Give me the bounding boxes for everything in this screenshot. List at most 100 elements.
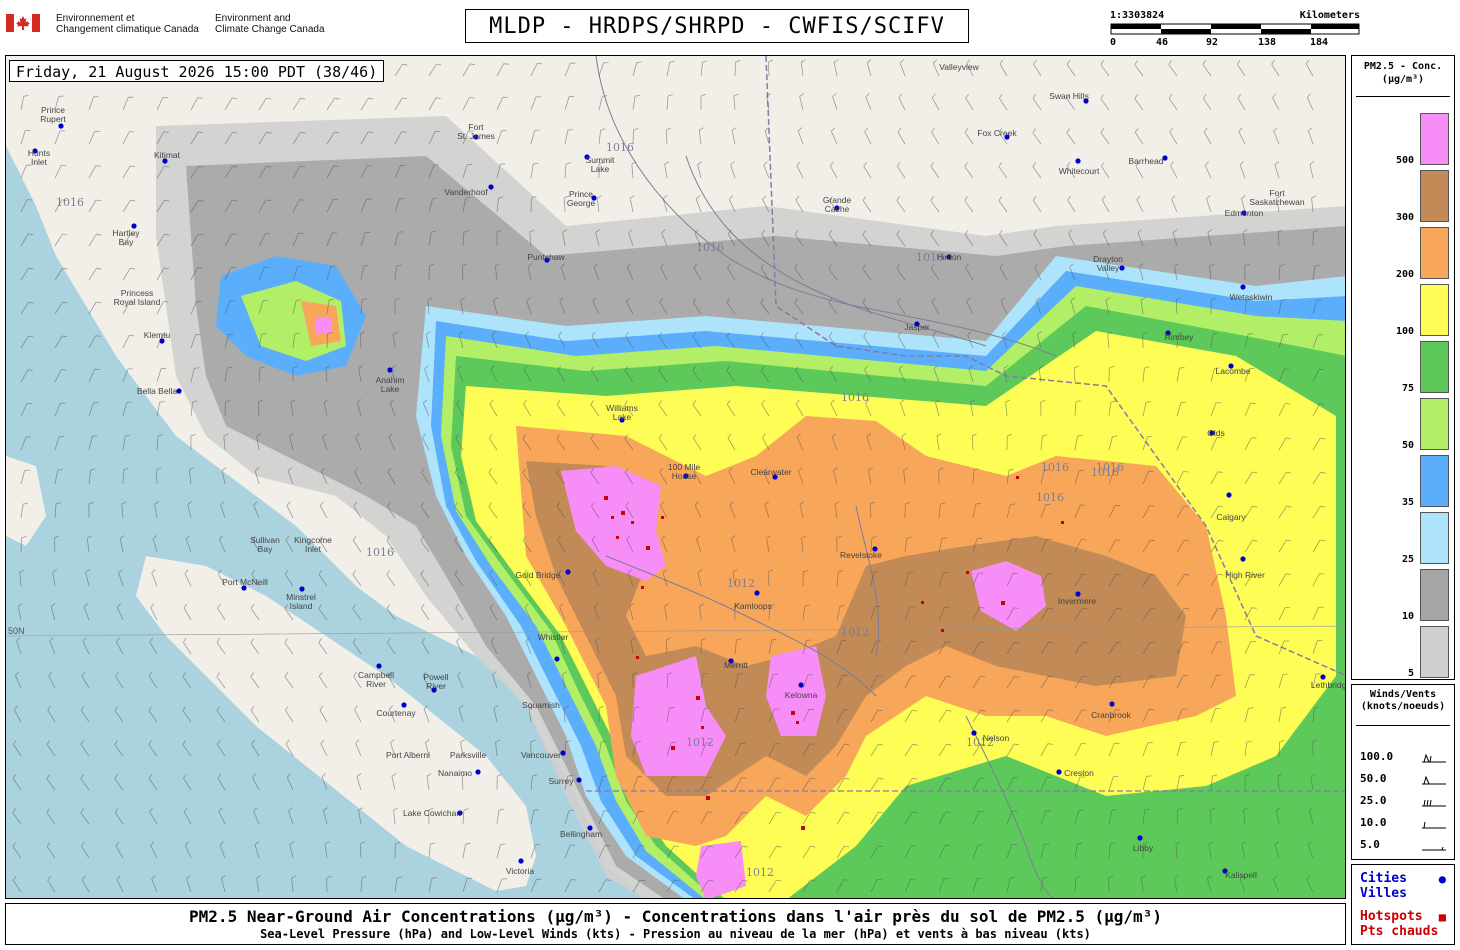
city-label: Libby [1132,843,1154,853]
city-dot [401,702,407,708]
city-label: Lake Cowichan [402,808,462,818]
city-dot [387,367,393,373]
city-label: Hinton [936,252,962,262]
point-legend: Cities Villes ● Hotspots Pts chauds ■ [1351,864,1455,945]
pm25-swatch-5 [1420,626,1449,678]
pm25-legend-title: PM2.5 - Conc. (µg/m³) [1363,61,1443,85]
wind-speed-label: 50.0 [1360,772,1387,785]
wind-speed-label: 100.0 [1360,750,1394,763]
canada-flag-icon [6,14,40,32]
pm25-level-label: 300 [1395,212,1414,223]
city-dot [488,184,494,190]
isobar-label: 1012 [746,866,774,879]
city-label: Clearwater [750,467,792,477]
wind-barb-5-icon [1422,846,1446,851]
city-dot-icon: ● [1438,872,1446,886]
map-caption: PM2.5 Near-Ground Air Concentrations (µg… [5,903,1346,945]
city-label: Summit Lake [585,155,615,174]
wind-legend: Winds/Vents (knots/noeuds) 100.0 50.0 25.0… [1351,684,1455,860]
city-label: Lacombe [1215,366,1251,376]
isobar-label: 1016 [696,241,724,254]
pm25-level-label: 500 [1395,155,1414,166]
city-label: Sullivan Bay [250,535,280,554]
city-label: Port McNeill [222,577,268,587]
city-label: Kingcome Inlet [294,535,332,554]
city-label: Creston [1064,768,1094,778]
pm25-plume-west-pink [316,318,331,334]
city-dot [1137,835,1143,841]
city-label: Hunts Inlet [27,148,51,167]
city-label: Hartley Bay [112,228,140,247]
wind-speed-label: 25.0 [1360,794,1387,807]
city-dot [1075,158,1081,164]
scale-tick-4: 184 [1310,37,1329,48]
city-label: Puntchaw [527,252,565,262]
city-label: 100 Mile House [667,462,701,481]
pm25-swatch-200 [1420,227,1449,279]
city-dot [58,123,64,129]
pm25-level-label: 25 [1401,554,1414,565]
city-label: Whistler [537,632,569,642]
isobar-label: 1016 [1041,461,1069,474]
pm25-legend: PM2.5 - Conc. (µg/m³) 500 300 200 100 75 50 35… [1351,55,1455,680]
city-dot [475,769,481,775]
pm25-swatch-75 [1420,341,1449,393]
caption-line-2: Sea-Level Pressure (hPa) and Low-Level W… [260,927,1091,941]
isobar-label: 1016 [1036,491,1064,504]
city-label: Victoria [505,866,535,876]
scale-tick-0: 0 [1110,37,1117,48]
pm25-swatch-500 [1420,113,1449,165]
latitude-label: 50N [8,626,25,636]
city-label: Prince Rupert [40,105,66,124]
logo-text-fr: Environnement et Changement climatique C… [56,13,199,35]
city-label: Courtenay [376,708,416,718]
city-label: Merritt [723,660,749,670]
city-label: Princess Royal Island [113,288,161,307]
city-label: Vancouver [520,750,562,760]
city-dot [565,569,571,575]
wind-legend-row: 100.0 [1360,750,1450,768]
map-view[interactable]: 50N 1016 1016 1016 1016 1016 1016 1016 1… [5,55,1346,899]
isobar-label: 1016 [606,141,634,154]
city-dot [554,656,560,662]
city-label: Port Alberni [386,750,430,760]
isobar-label: 1012 [841,626,869,639]
legend-divider [1356,96,1450,97]
city-label: Wetaskiwin [1229,292,1273,302]
city-dot [1240,284,1246,290]
legend-divider [1356,725,1450,726]
pm25-swatch-25 [1420,512,1449,564]
city-label: Fox Creek [977,128,1017,138]
forecast-timestamp: Friday, 21 August 2026 15:00 PDT (38/46) [9,60,385,82]
city-dot [798,682,804,688]
wind-legend-row: 10.0 [1360,816,1450,834]
city-label: Fort Saskatchewan [1249,188,1305,207]
wind-barb-50-icon [1422,775,1446,785]
city-label: Barrhead [1128,156,1164,166]
wind-barb-25-icon [1422,799,1446,807]
city-dot [1320,674,1326,680]
city-dot [560,750,566,756]
city-dot [971,730,977,736]
city-label: Prince George [566,189,596,208]
pm25-level-label: 200 [1395,269,1414,280]
isobar-label: 1012 [727,577,755,590]
wind-legend-row: 5.0 [1360,838,1450,856]
wind-legend-title: Winds/Vents (knots/noeuds) [1360,689,1446,712]
city-dot [518,858,524,864]
city-dot [376,663,382,669]
pm25-level-label: 5 [1407,668,1414,679]
city-label: Kitimat [154,150,180,160]
city-label: Kelowna [784,690,818,700]
city-label: Jasper [904,322,930,332]
city-label: Cranbrook [1091,710,1131,720]
logo-text-en: Environment and Climate Change Canada [215,13,325,35]
city-label: Drayton Valley [1093,254,1123,273]
pm25-level-label: 50 [1401,440,1414,451]
city-label: Lethbridge [1310,680,1346,690]
city-label: Williams Lake [606,403,638,422]
wind-legend-row: 25.0 [1360,794,1450,812]
city-label: Campbell River [358,670,394,689]
city-label: Kamloops [734,601,772,611]
isobar-label: 1016 [1096,461,1124,474]
